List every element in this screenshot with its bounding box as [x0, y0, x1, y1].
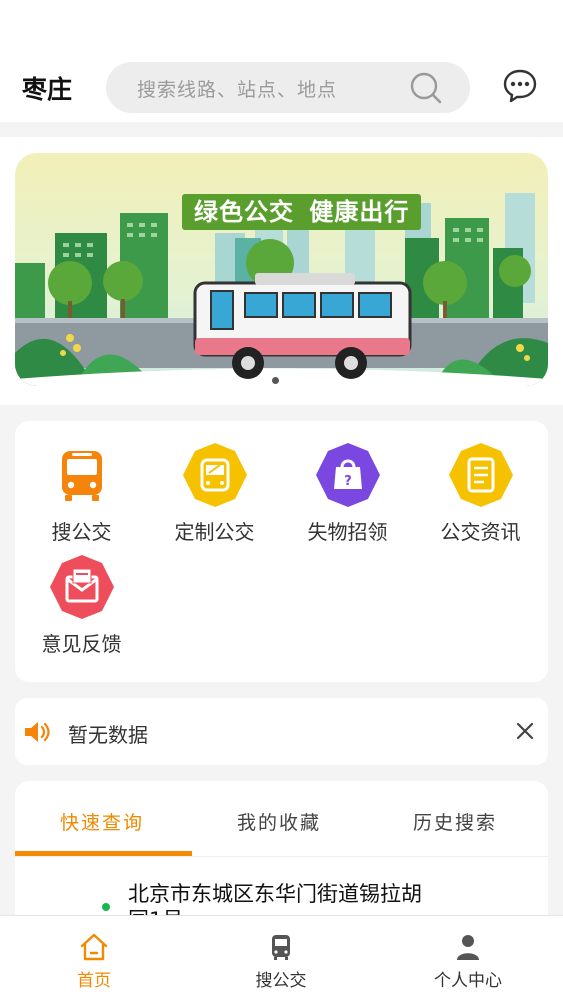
location-dot-icon: [102, 903, 110, 911]
bus-icon: [61, 451, 102, 501]
tab-divider: [15, 856, 548, 857]
notice-bar: 暂无数据: [15, 698, 548, 765]
city-selector[interactable]: 枣庄: [22, 70, 72, 106]
service-label: 定制公交: [174, 520, 255, 544]
home-icon: [80, 933, 108, 961]
carousel-dot[interactable]: [281, 377, 288, 384]
close-icon[interactable]: [516, 722, 534, 740]
user-icon: [457, 935, 479, 960]
bus-icon: [272, 935, 290, 960]
banner-section: 绿色公交 健康出行: [0, 137, 563, 405]
nav-home[interactable]: 首页: [34, 916, 154, 991]
service-bus-news[interactable]: 公交资讯: [414, 443, 547, 545]
search-placeholder: 搜索线路、站点、地点: [137, 79, 338, 101]
nav-label: 个人中心: [434, 971, 502, 991]
nav-search-bus[interactable]: 搜公交: [221, 916, 341, 991]
service-label: 公交资讯: [440, 520, 521, 544]
carousel-indicator: [271, 369, 289, 386]
tab-favorites[interactable]: 我的收藏: [237, 808, 321, 835]
feedback-mail-icon: [49, 555, 114, 619]
custom-bus-icon: [182, 443, 247, 507]
nav-label: 首页: [77, 971, 111, 991]
banner-slogan: 绿色公交 健康出行: [182, 194, 422, 230]
service-lost-found[interactable]: ? 失物招领: [281, 443, 414, 545]
banner-illustration: [15, 153, 548, 386]
service-label: 搜公交: [51, 520, 112, 544]
search-box[interactable]: 搜索线路、站点、地点: [106, 62, 470, 113]
svg-text:?: ?: [344, 474, 352, 489]
nav-profile[interactable]: 个人中心: [408, 916, 528, 991]
bottom-nav: 首页 搜公交 个人中心: [0, 915, 563, 1001]
service-custom-bus[interactable]: 定制公交: [148, 443, 281, 545]
tab-history[interactable]: 历史搜索: [413, 808, 497, 835]
nav-label: 搜公交: [255, 971, 307, 991]
notice-text: 暂无数据: [68, 723, 148, 747]
banner-carousel[interactable]: 绿色公交 健康出行: [15, 153, 548, 386]
carousel-dot[interactable]: [272, 377, 279, 384]
news-icon: [448, 443, 513, 507]
service-search-bus[interactable]: 搜公交: [15, 443, 148, 545]
chat-bubble-icon[interactable]: [502, 68, 538, 104]
service-label: 失物招领: [307, 520, 388, 544]
service-feedback[interactable]: 意见反馈: [15, 555, 148, 657]
search-icon[interactable]: [410, 72, 442, 104]
top-bar: 枣庄 搜索线路、站点、地点: [0, 0, 563, 122]
service-grid: 搜公交 定制公交 ? 失物招领 公交资讯 意见反馈: [15, 421, 548, 682]
speaker-icon: [25, 722, 50, 742]
tab-quick-query[interactable]: 快速查询: [60, 808, 144, 835]
lost-bag-icon: ?: [315, 443, 380, 507]
service-label: 意见反馈: [41, 632, 122, 656]
